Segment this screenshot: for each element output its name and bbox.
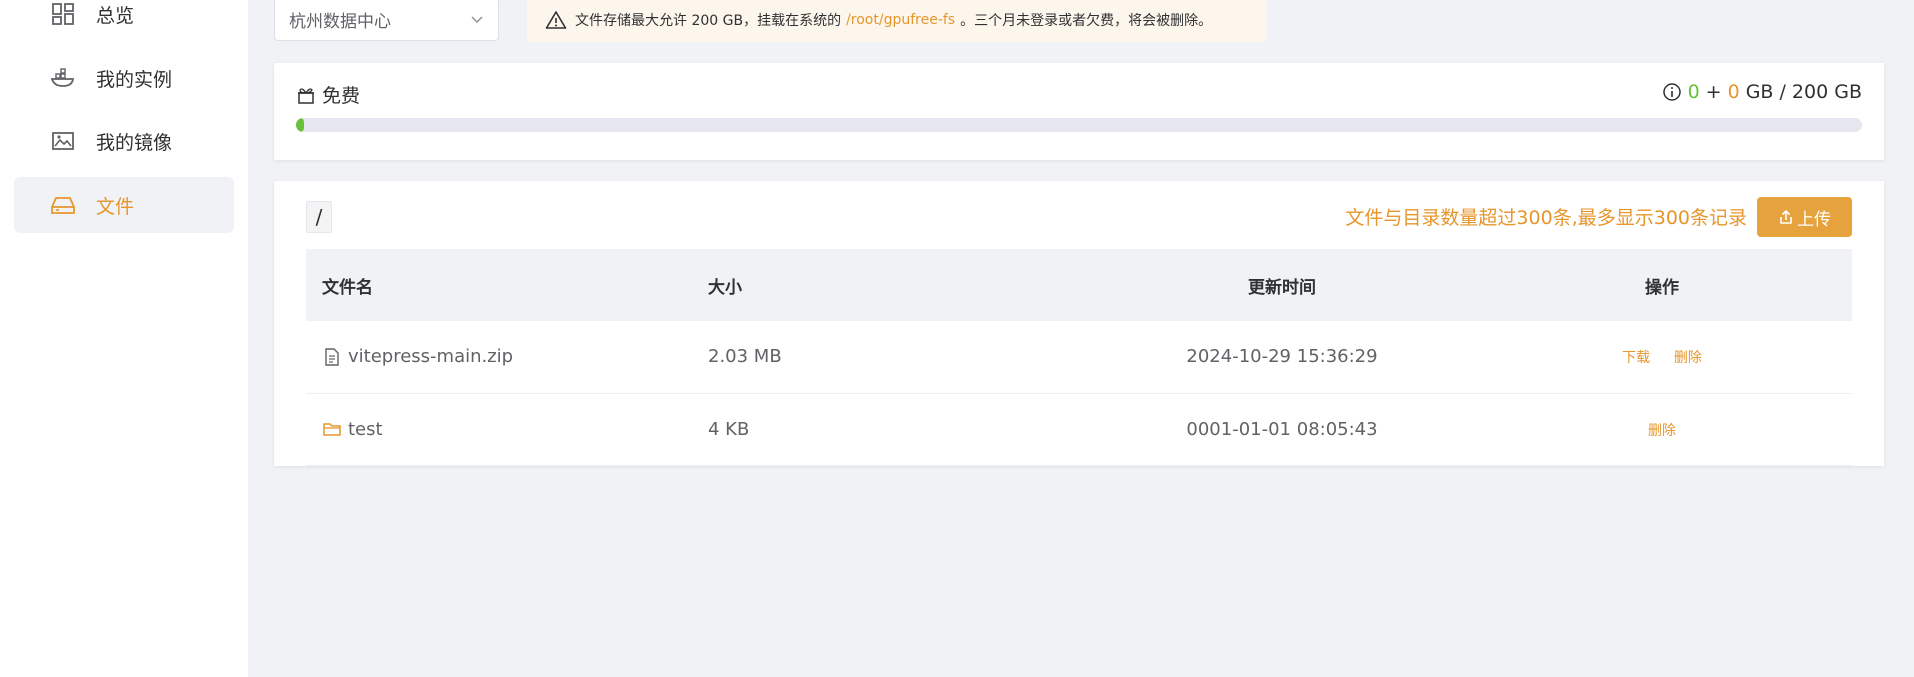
sidebar-item-label: 我的实例	[96, 68, 173, 91]
chevron-down-icon	[471, 16, 483, 24]
notice-text-before: 文件存储最大允许 200 GB，挂载在系统的	[575, 13, 842, 29]
column-header-name[interactable]: 文件名	[306, 249, 692, 321]
upload-icon	[1780, 209, 1792, 224]
file-limit-note: 文件与目录数量超过300条,最多显示300条记录	[1345, 207, 1747, 229]
notice-text-after: 。三个月未登录或者欠费，将会被删除。	[960, 13, 1213, 29]
current-path[interactable]: /	[306, 201, 332, 233]
table-header-row: 文件名 大小 更新时间 操作	[306, 249, 1852, 321]
column-header-size[interactable]: 大小	[692, 249, 1092, 321]
warning-icon	[545, 11, 567, 29]
upload-button-label: 上传	[1797, 209, 1831, 230]
storage-total: GB / 200 GB	[1745, 81, 1862, 103]
file-icon	[325, 348, 339, 366]
upload-button[interactable]: 上传	[1757, 197, 1852, 237]
sidebar-item-images[interactable]: 我的镜像	[14, 113, 234, 169]
region-select-value: 杭州数据中心	[289, 12, 391, 32]
container-icon	[50, 68, 75, 87]
storage-title: 免费	[296, 81, 360, 108]
column-header-ops: 操作	[1472, 249, 1852, 321]
sidebar-item-files[interactable]: 文件	[14, 177, 234, 233]
storage-progress-bar	[296, 118, 1862, 132]
notice-path: /root/gpufree-fs	[846, 12, 956, 28]
storage-usage: 0 + 0 GB / 200 GB	[1662, 81, 1862, 103]
image-icon	[52, 132, 74, 150]
dashboard-icon	[52, 3, 74, 25]
files-card: / 文件与目录数量超过300条,最多显示300条记录 上传 文件名 大小 更新时…	[274, 181, 1884, 466]
sidebar-item-label: 我的镜像	[96, 131, 173, 154]
files-table: 文件名 大小 更新时间 操作 vitepress-main.zip 2.03 M…	[306, 249, 1852, 466]
sidebar-item-label: 总览	[96, 4, 135, 27]
storage-used-a: 0	[1687, 81, 1700, 103]
file-size: 4 KB	[692, 393, 1092, 466]
sidebar-item-label: 文件	[96, 195, 135, 218]
file-ops-cell: 删除	[1472, 393, 1852, 466]
storage-used-b: 0	[1727, 81, 1740, 103]
storage-plus: +	[1705, 81, 1722, 103]
storage-notice: 文件存储最大允许 200 GB，挂载在系统的 /root/gpufree-fs …	[527, 0, 1266, 42]
delete-link[interactable]: 删除	[1674, 350, 1702, 366]
storage-card: 免费 0 + 0 GB / 200 GB	[274, 63, 1884, 160]
folder-icon	[323, 423, 341, 436]
file-ops-cell: 下载 删除	[1472, 321, 1852, 394]
storage-progress-fill	[296, 118, 304, 132]
info-icon[interactable]	[1662, 82, 1682, 102]
region-select[interactable]: 杭州数据中心	[274, 0, 499, 41]
file-size: 2.03 MB	[692, 321, 1092, 394]
file-name-cell: vitepress-main.zip	[306, 321, 692, 394]
storage-title-label: 免费	[322, 85, 361, 107]
column-header-time[interactable]: 更新时间	[1092, 249, 1472, 321]
gift-icon	[298, 87, 314, 104]
table-row: vitepress-main.zip 2.03 MB 2024-10-29 15…	[306, 321, 1852, 394]
file-name-cell: test	[306, 393, 692, 466]
sidebar-item-instances[interactable]: 我的实例	[14, 50, 234, 106]
file-name[interactable]: vitepress-main.zip	[348, 346, 513, 367]
file-name[interactable]: test	[348, 419, 383, 440]
file-time: 2024-10-29 15:36:29	[1092, 321, 1472, 394]
sidebar-item-overview[interactable]: 总览	[14, 0, 234, 42]
sidebar: 总览 我的实例 我的镜像 文件	[0, 0, 249, 677]
table-row: test 4 KB 0001-01-01 08:05:43 删除	[306, 393, 1852, 466]
download-link[interactable]: 下载	[1622, 350, 1650, 366]
delete-link[interactable]: 删除	[1648, 423, 1676, 439]
file-time: 0001-01-01 08:05:43	[1092, 393, 1472, 466]
drive-icon	[51, 197, 75, 214]
